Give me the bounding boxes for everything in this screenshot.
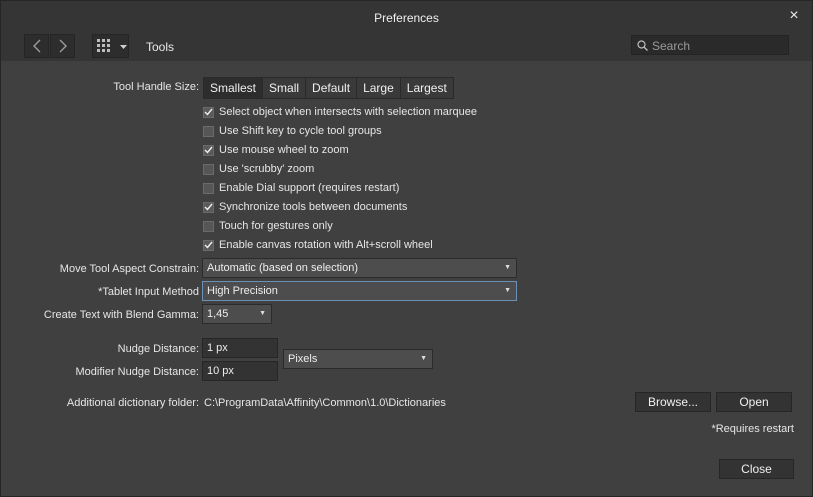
checkbox-checked-icon[interactable] <box>203 106 214 118</box>
blend-gamma-value: 1,45 <box>207 308 229 320</box>
move-aspect-value: Automatic (based on selection) <box>207 262 359 274</box>
back-button[interactable] <box>24 34 49 58</box>
section-title: Tools <box>146 40 175 54</box>
checkbox-label: Enable canvas rotation with Alt+scroll w… <box>219 239 433 251</box>
handle-size-largest[interactable]: Largest <box>399 77 454 99</box>
move-aspect-dropdown[interactable]: Automatic (based on selection) ▼ <box>202 258 517 278</box>
checkbox-checked-icon[interactable] <box>203 239 214 251</box>
tablet-input-value: High Precision <box>207 285 278 297</box>
checkbox-label: Select object when intersects with selec… <box>219 106 478 118</box>
preferences-window: Preferences × Tools Search Tool Handle S… <box>0 0 813 497</box>
close-icon[interactable]: × <box>786 8 802 24</box>
grid-icon <box>97 39 110 52</box>
checkbox-scrubby-zoom[interactable]: Use 'scrubby' zoom <box>203 161 314 177</box>
chevron-right-icon <box>59 39 67 53</box>
checkbox-select-on-intersect[interactable]: Select object when intersects with selec… <box>203 104 477 120</box>
checkbox-label: Use 'scrubby' zoom <box>219 163 315 175</box>
checkbox-checked-icon[interactable] <box>203 144 214 156</box>
units-value: Pixels <box>288 353 318 365</box>
toolbar: Tools Search <box>1 33 812 61</box>
handle-size-small[interactable]: Small <box>262 77 307 99</box>
checkbox-label: Use Shift key to cycle tool groups <box>219 125 382 137</box>
move-aspect-label: Move Tool Aspect Constrain: <box>59 263 199 275</box>
search-placeholder: Search <box>652 39 691 53</box>
open-button[interactable]: Open <box>716 392 792 412</box>
tool-handle-size-label: Tool Handle Size: <box>113 81 199 93</box>
nudge-distance-input[interactable]: 1 px <box>202 338 278 358</box>
checkbox-unchecked-icon[interactable] <box>203 125 214 137</box>
tablet-input-label: *Tablet Input Method <box>98 286 199 298</box>
checkbox-unchecked-icon[interactable] <box>203 220 214 232</box>
checkbox-label: Use mouse wheel to zoom <box>219 144 349 156</box>
tablet-input-dropdown[interactable]: High Precision ▼ <box>202 281 517 301</box>
tool-handle-size-segmented: Smallest Small Default Large Largest <box>203 77 454 99</box>
forward-button[interactable] <box>50 34 75 58</box>
dropdown-arrow-icon: ▼ <box>259 310 266 317</box>
chevron-left-icon <box>32 39 40 53</box>
checkbox-canvas-rotation[interactable]: Enable canvas rotation with Alt+scroll w… <box>203 237 433 253</box>
handle-size-large[interactable]: Large <box>356 77 401 99</box>
checkbox-touch-gestures[interactable]: Touch for gestures only <box>203 218 333 234</box>
checkbox-label: Touch for gestures only <box>219 220 333 232</box>
close-button[interactable]: Close <box>719 459 794 479</box>
dictionary-folder-path: C:\ProgramData\Affinity\Common\1.0\Dicti… <box>204 397 446 409</box>
dropdown-arrow-icon: ▼ <box>420 355 427 362</box>
checkbox-unchecked-icon[interactable] <box>203 163 214 175</box>
nudge-distance-label: Nudge Distance: <box>117 343 199 355</box>
checkbox-unchecked-icon[interactable] <box>203 182 214 194</box>
units-dropdown[interactable]: Pixels ▼ <box>283 349 433 369</box>
dropdown-arrow-icon <box>120 45 127 49</box>
modifier-nudge-input[interactable]: 10 px <box>202 361 278 381</box>
title-bar: Preferences × <box>1 1 812 33</box>
checkbox-checked-icon[interactable] <box>203 201 214 213</box>
dropdown-arrow-icon: ▼ <box>504 264 511 271</box>
checkbox-shift-cycle[interactable]: Use Shift key to cycle tool groups <box>203 123 382 139</box>
checkbox-label: Synchronize tools between documents <box>219 201 408 213</box>
dropdown-arrow-icon: ▼ <box>504 287 511 294</box>
browse-button[interactable]: Browse... <box>635 392 711 412</box>
blend-gamma-label: Create Text with Blend Gamma: <box>43 309 199 321</box>
checkbox-dial-support[interactable]: Enable Dial support (requires restart) <box>203 180 399 196</box>
dictionary-folder-label: Additional dictionary folder: <box>66 397 199 409</box>
checkbox-sync-tools[interactable]: Synchronize tools between documents <box>203 199 407 215</box>
handle-size-default[interactable]: Default <box>305 77 358 99</box>
requires-restart-note: *Requires restart <box>711 423 794 435</box>
window-title: Preferences <box>374 11 439 25</box>
checkbox-wheel-zoom[interactable]: Use mouse wheel to zoom <box>203 142 349 158</box>
modifier-nudge-label: Modifier Nudge Distance: <box>75 366 199 378</box>
handle-size-smallest[interactable]: Smallest <box>203 77 264 99</box>
blend-gamma-dropdown[interactable]: 1,45 ▼ <box>202 304 272 324</box>
search-icon <box>637 40 648 51</box>
search-field[interactable]: Search <box>631 35 789 55</box>
checkbox-label: Enable Dial support (requires restart) <box>219 182 400 194</box>
categories-grid-button[interactable] <box>92 34 129 58</box>
